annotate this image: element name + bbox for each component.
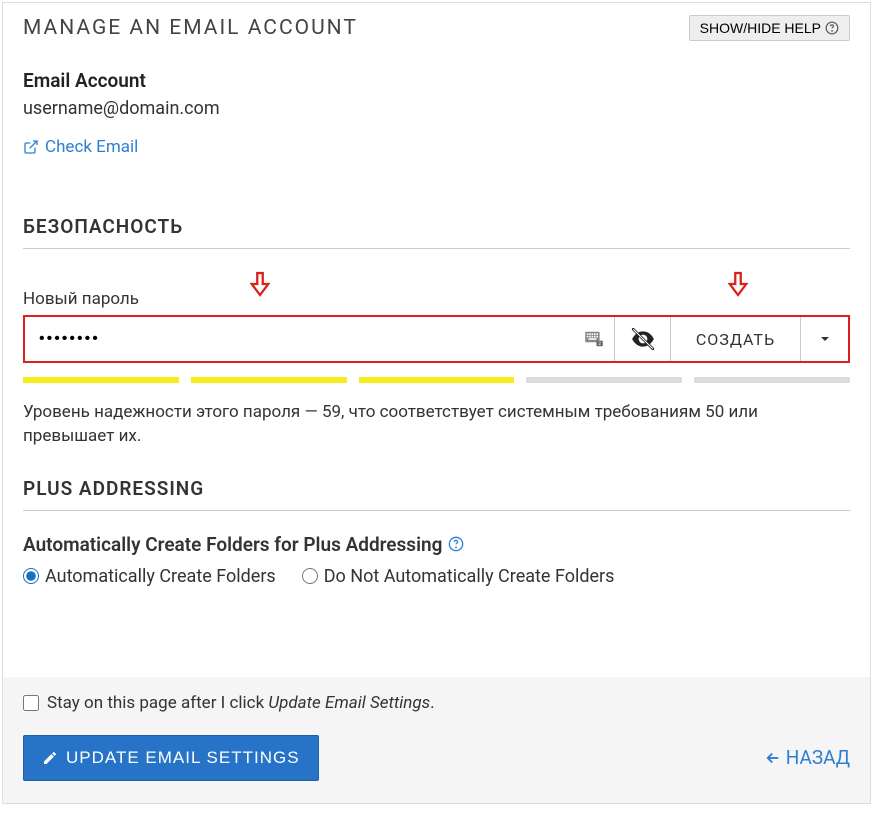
keyboard-icon: 2 [584, 331, 604, 347]
strength-bar [526, 377, 682, 383]
help-circle-icon [825, 21, 839, 35]
radio-auto-label: Automatically Create Folders [45, 566, 276, 587]
generate-options-dropdown[interactable] [800, 317, 848, 361]
arrow-left-icon [764, 749, 782, 767]
email-address: username@domain.com [23, 98, 850, 119]
strength-bar [694, 377, 850, 383]
external-link-icon [23, 139, 39, 155]
update-button-label: UPDATE EMAIL SETTINGS [66, 748, 300, 768]
radio-auto-input[interactable] [23, 568, 39, 584]
stay-on-page-checkbox[interactable] [23, 695, 39, 711]
password-input[interactable] [25, 317, 614, 361]
strength-bar [359, 377, 515, 383]
info-circle-icon[interactable] [448, 536, 464, 552]
email-account-label: Email Account [23, 69, 850, 92]
annotation-arrows [23, 271, 850, 299]
page-title: MANAGE AN EMAIL ACCOUNT [23, 16, 358, 40]
update-email-settings-button[interactable]: UPDATE EMAIL SETTINGS [23, 735, 319, 781]
generate-button-label: СОЗДАТЬ [696, 330, 775, 349]
stay-on-page-checkbox-row[interactable]: Stay on this page after I click Update E… [23, 693, 850, 713]
password-input-group: 2 СОЗДАТЬ [23, 315, 850, 363]
show-hide-help-button[interactable]: SHOW/HIDE HELP [689, 15, 850, 41]
security-heading: БЕЗОПАСНОСТЬ [23, 215, 850, 249]
svg-text:2: 2 [598, 341, 601, 347]
password-strength-text: Уровень надежности этого пароля — 59, чт… [23, 401, 850, 449]
radio-noauto-label: Do Not Automatically Create Folders [324, 566, 615, 587]
radio-auto-create[interactable]: Automatically Create Folders [23, 566, 276, 587]
radio-noauto-input[interactable] [302, 568, 318, 584]
arrow-down-red-icon [727, 271, 749, 297]
back-link-label: НАЗАД [786, 746, 850, 769]
help-button-label: SHOW/HIDE HELP [700, 20, 821, 36]
plus-addressing-title: Automatically Create Folders for Plus Ad… [23, 533, 850, 556]
caret-down-icon [819, 333, 831, 345]
plus-addressing-heading: PLUS ADDRESSING [23, 477, 850, 511]
strength-bar [23, 377, 179, 383]
generate-password-button[interactable]: СОЗДАТЬ [670, 317, 800, 361]
arrow-down-red-icon [249, 271, 271, 297]
back-link[interactable]: НАЗАД [764, 746, 850, 769]
check-email-label: Check Email [45, 137, 138, 157]
eye-off-icon [630, 326, 656, 352]
password-strength-meter [23, 377, 850, 383]
strength-bar [191, 377, 347, 383]
toggle-password-visibility-button[interactable] [614, 317, 670, 361]
check-email-link[interactable]: Check Email [23, 137, 138, 157]
stay-on-page-label: Stay on this page after I click Update E… [47, 693, 435, 713]
pencil-icon [42, 750, 58, 766]
radio-no-auto-create[interactable]: Do Not Automatically Create Folders [302, 566, 615, 587]
